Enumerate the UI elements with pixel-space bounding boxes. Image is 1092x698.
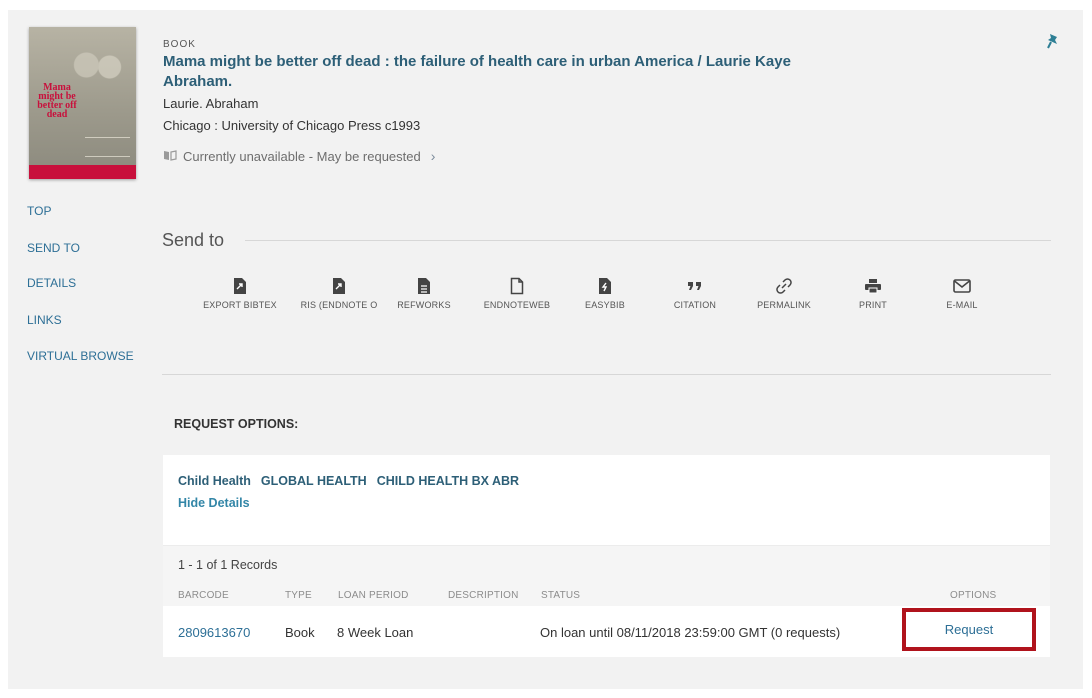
action-export-bibtex[interactable]: EXPORT BIBTEX [185,275,295,310]
record-type: BOOK [163,39,196,50]
availability-text: Currently unavailable - May be requested [183,148,421,164]
column-header-type: TYPE [285,590,312,601]
send-to-heading: Send to [162,230,225,250]
item-type: Book [285,625,315,640]
chevron-right-icon: › [430,148,436,164]
column-header-options: OPTIONS [950,590,997,601]
pin-icon[interactable] [1045,33,1061,51]
hide-details-link[interactable]: Hide Details [178,496,250,510]
nav-links[interactable]: LINKS [27,313,62,327]
nav-virtual-browse[interactable]: VIRTUAL BROWSE [27,349,134,363]
action-email[interactable]: E-MAIL [907,275,1017,310]
nav-details[interactable]: DETAILS [27,276,76,290]
nav-send-to[interactable]: SEND TO [27,241,80,255]
action-label: E-MAIL [946,300,978,310]
nav-top[interactable]: TOP [27,204,51,218]
request-options-card: Child Health GLOBAL HEALTH CHILD HEALTH … [163,455,1050,657]
location-call-number: CHILD HEALTH BX ABR [376,474,520,488]
section-divider [162,374,1051,375]
item-loan-period: 8 Week Loan [337,625,414,640]
column-header-description: DESCRIPTION [448,590,519,601]
record-publisher: Chicago : University of Chicago Press c1… [163,118,421,133]
cover-subtitle-band [85,137,130,157]
send-to-divider [245,240,1051,241]
cover-author-strip [29,165,136,179]
request-button[interactable]: Request [902,608,1036,651]
email-icon [907,275,1017,297]
records-header: 1 - 1 of 1 Records BARCODE TYPE LOAN PER… [163,545,1050,606]
location-collection: GLOBAL HEALTH [260,474,367,488]
item-barcode[interactable]: 2809613670 [178,625,250,640]
location-library: Child Health [178,474,251,488]
record-title[interactable]: Mama might be better off dead : the fail… [163,52,803,92]
book-cover-image[interactable]: Mama might be better off dead [29,27,136,179]
column-header-loan-period: LOAN PERIOD [338,590,409,601]
holding-location: Child Health GLOBAL HEALTH CHILD HEALTH … [178,474,519,488]
action-label: EXPORT BIBTEX [203,300,277,310]
records-count: 1 - 1 of 1 Records [178,558,278,572]
record-author: Laurie. Abraham [163,96,259,111]
column-header-status: STATUS [541,590,581,601]
availability-status[interactable]: Currently unavailable - May be requested… [163,148,435,164]
request-options-heading: REQUEST OPTIONS: [174,417,299,431]
column-header-barcode: BARCODE [178,590,229,601]
book-open-icon [163,149,177,164]
item-status: On loan until 08/11/2018 23:59:00 GMT (0… [540,625,841,640]
export-bibtex-icon [185,275,295,297]
cover-title: Mama might be better off dead [37,82,77,120]
